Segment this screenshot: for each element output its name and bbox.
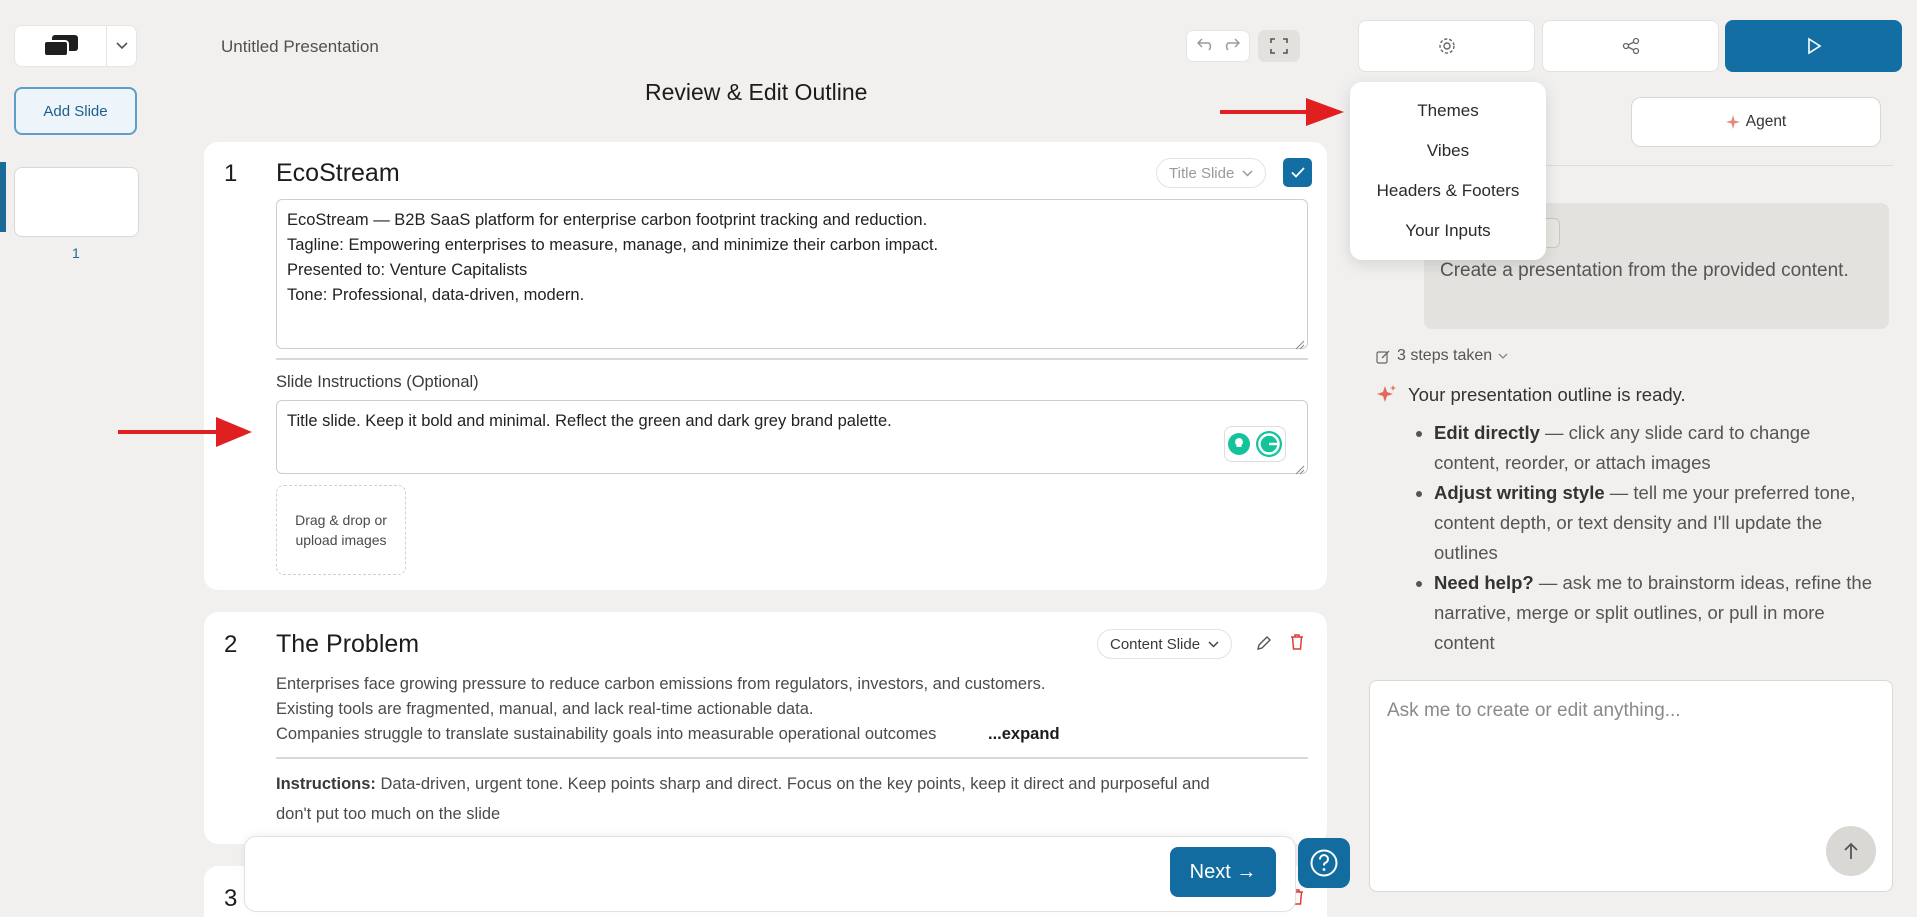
fullscreen-button[interactable] xyxy=(1258,30,1300,62)
lightbulb-icon xyxy=(1228,433,1250,455)
edit-note-icon xyxy=(1376,350,1390,364)
selected-indicator xyxy=(0,162,6,232)
undo-icon[interactable] xyxy=(1196,37,1215,56)
slide-type-label: Content Slide xyxy=(1110,635,1201,653)
slide-type-label: Title Slide xyxy=(1169,164,1235,182)
bottom-action-bar xyxy=(244,836,1296,912)
share-button[interactable] xyxy=(1542,20,1719,72)
arrow-up-icon xyxy=(1844,842,1858,859)
chat-input-placeholder: Ask me to create or edit anything... xyxy=(1387,700,1681,721)
grammarly-icon xyxy=(1256,431,1282,457)
chevron-down-icon xyxy=(1208,640,1219,648)
resize-handle-icon[interactable] xyxy=(1295,462,1305,480)
tab-agent[interactable]: Agent xyxy=(1631,97,1881,147)
list-item: Need help? — ask me to brainstorm ideas,… xyxy=(1434,568,1872,658)
slide-content-line: Existing tools are fragmented, manual, a… xyxy=(276,700,814,718)
slide-content-line: Companies struggle to translate sustaina… xyxy=(276,725,937,743)
slide-number: 3 xyxy=(224,885,238,912)
menu-item-headers-footers[interactable]: Headers & Footers xyxy=(1350,181,1546,201)
play-icon xyxy=(1807,37,1821,55)
settings-button[interactable] xyxy=(1358,20,1535,72)
slide-instructions-text: don't put too much on the slide xyxy=(276,805,501,823)
document-title[interactable]: Untitled Presentation xyxy=(221,37,379,57)
slide-content-line: Enterprises face growing pressure to red… xyxy=(276,675,1046,693)
list-item: Adjust writing style — tell me your pref… xyxy=(1434,478,1872,568)
slide-title[interactable]: The Problem xyxy=(276,630,419,659)
chat-bubbles-icon xyxy=(42,35,78,57)
fullscreen-icon xyxy=(1270,38,1288,54)
grammarly-widget[interactable] xyxy=(1224,426,1286,462)
slide-content-textarea[interactable]: EcoStream — B2B SaaS platform for enterp… xyxy=(276,199,1308,349)
help-button[interactable] xyxy=(1298,838,1350,888)
menu-item-vibes[interactable]: Vibes xyxy=(1350,141,1546,161)
slide-thumbnail[interactable] xyxy=(14,167,139,237)
confirm-checkbox[interactable] xyxy=(1283,158,1312,187)
slide-thumbnail-number: 1 xyxy=(72,245,80,261)
slide-number: 2 xyxy=(224,631,238,658)
instructions-label: Slide Instructions (Optional) xyxy=(276,373,479,391)
send-button[interactable] xyxy=(1826,826,1876,876)
agent-response-header: Your presentation outline is ready. xyxy=(1376,384,1686,406)
slide-type-dropdown[interactable]: Title Slide xyxy=(1156,158,1267,188)
check-icon xyxy=(1290,167,1305,178)
undo-redo-group xyxy=(1186,30,1250,62)
slide-type-dropdown[interactable]: Content Slide xyxy=(1097,629,1233,659)
sparkle-icon xyxy=(1725,115,1740,129)
next-button[interactable]: Next → xyxy=(1170,847,1276,897)
slide-title[interactable]: EcoStream xyxy=(276,159,400,188)
list-item: Edit directly — click any slide card to … xyxy=(1434,418,1872,478)
expand-link[interactable]: ...expand xyxy=(988,722,1060,747)
divider xyxy=(276,757,1308,759)
image-upload-dropzone[interactable]: Drag & drop or upload images xyxy=(276,485,406,575)
agent-response-list: Edit directly — click any slide card to … xyxy=(1412,418,1872,658)
redo-icon[interactable] xyxy=(1222,37,1240,56)
user-message-text: Create a presentation from the provided … xyxy=(1440,260,1849,281)
question-icon xyxy=(1310,849,1338,877)
chevron-down-icon xyxy=(1242,169,1253,177)
menu-item-your-inputs[interactable]: Your Inputs xyxy=(1350,221,1546,241)
chevron-down-icon[interactable] xyxy=(107,42,136,50)
gear-icon xyxy=(1438,38,1455,54)
sparkle-icon xyxy=(1377,385,1396,402)
menu-item-themes[interactable]: Themes xyxy=(1350,101,1546,121)
add-slide-button[interactable]: Add Slide xyxy=(14,87,137,135)
pencil-icon[interactable] xyxy=(1255,634,1273,657)
app-logo xyxy=(15,26,107,66)
divider xyxy=(276,358,1308,360)
settings-menu: Themes Vibes Headers & Footers Your Inpu… xyxy=(1350,82,1546,260)
slide-instructions-text[interactable]: Instructions: Data-driven, urgent tone. … xyxy=(276,772,1316,797)
page-title: Review & Edit Outline xyxy=(645,79,868,105)
resize-handle-icon[interactable] xyxy=(1295,337,1305,355)
steps-taken-toggle[interactable]: 3 steps taken xyxy=(1376,347,1508,365)
slide-instructions-input[interactable]: Title slide. Keep it bold and minimal. R… xyxy=(276,400,1308,474)
trash-icon[interactable] xyxy=(1289,633,1305,656)
app-logo-menu[interactable] xyxy=(14,25,137,67)
share-icon xyxy=(1622,37,1639,55)
present-button[interactable] xyxy=(1725,20,1902,72)
annotation-arrow-icon xyxy=(1220,98,1344,126)
chevron-down-icon xyxy=(1498,353,1508,359)
annotation-arrow-icon xyxy=(118,417,252,447)
slide-number: 1 xyxy=(224,160,238,187)
